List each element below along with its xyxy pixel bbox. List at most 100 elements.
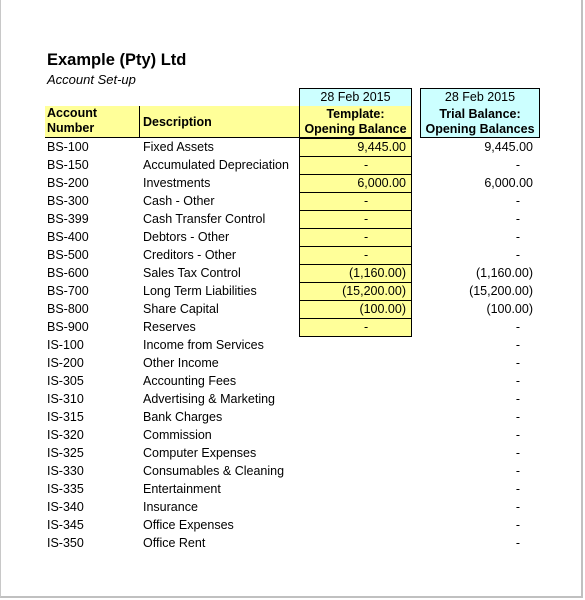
account-code: BS-800	[47, 302, 89, 316]
account-code: IS-305	[47, 374, 84, 388]
template-balance-input[interactable]: 9,445.00	[299, 138, 412, 157]
template-balance-input[interactable]: -	[299, 210, 412, 229]
table-row: BS-300 Cash - Other - -	[0, 192, 585, 211]
account-description: Cash - Other	[143, 194, 215, 208]
template-balance-input[interactable]: -	[299, 318, 412, 337]
account-description: Consumables & Cleaning	[143, 464, 285, 478]
trial-balance-value: (1,160.00)	[476, 266, 533, 280]
account-description: Commission	[143, 428, 212, 442]
account-code: BS-399	[47, 212, 89, 226]
template-balance-input[interactable]: (15,200.00)	[299, 282, 412, 301]
account-code: IS-310	[47, 392, 84, 406]
account-code: IS-340	[47, 500, 84, 514]
trial-balance-value: -	[515, 518, 521, 532]
header-trial-balance-line1: Trial Balance:	[439, 107, 521, 121]
account-code: BS-150	[47, 158, 89, 172]
account-description: Bank Charges	[143, 410, 223, 424]
table-row: IS-200 Other Income -	[0, 354, 585, 372]
trial-balance-value: -	[515, 194, 521, 208]
table-row: BS-500 Creditors - Other - -	[0, 246, 585, 265]
trial-balance-value: 9,445.00	[484, 140, 533, 154]
table-row: IS-305 Accounting Fees -	[0, 372, 585, 390]
table-row: BS-100 Fixed Assets 9,445.00 9,445.00	[0, 138, 585, 157]
template-date-cell[interactable]: 28 Feb 2015	[299, 88, 412, 107]
trial-balance-value: (15,200.00)	[469, 284, 533, 298]
trial-balance-value: -	[515, 158, 521, 172]
account-description: Office Rent	[143, 536, 206, 550]
table-row: IS-100 Income from Services -	[0, 336, 585, 354]
header-template-line2: Opening Balance	[304, 122, 407, 136]
template-balance-input[interactable]: (100.00)	[299, 300, 412, 319]
account-code: BS-300	[47, 194, 89, 208]
trial-balance-value: -	[515, 428, 521, 442]
trial-balance-value: -	[515, 392, 521, 406]
trial-balance-value: -	[515, 248, 521, 262]
trial-balance-value: -	[515, 464, 521, 478]
account-code: BS-900	[47, 320, 89, 334]
trial-balance-value: (100.00)	[486, 302, 533, 316]
account-description: Insurance	[143, 500, 198, 514]
trial-balance-value: -	[515, 536, 521, 550]
header-trial-balance-line2: Opening Balances	[425, 122, 535, 136]
account-code: IS-335	[47, 482, 84, 496]
account-description: Investments	[143, 176, 211, 190]
trial-balance-value: -	[515, 374, 521, 388]
account-description: Fixed Assets	[143, 140, 214, 154]
account-code: IS-320	[47, 428, 84, 442]
header-trial-balance: Trial Balance: Opening Balances	[420, 106, 540, 138]
account-description: Entertainment	[143, 482, 221, 496]
table-row: IS-310 Advertising & Marketing -	[0, 390, 585, 408]
account-code: BS-200	[47, 176, 89, 190]
trial-balance-date-cell[interactable]: 28 Feb 2015	[420, 88, 540, 107]
table-row: IS-350 Office Rent -	[0, 534, 585, 552]
trial-balance-value: -	[515, 482, 521, 496]
trial-balance-value: -	[515, 500, 521, 514]
account-description: Reserves	[143, 320, 196, 334]
trial-balance-value: -	[515, 338, 521, 352]
account-description: Sales Tax Control	[143, 266, 241, 280]
trial-balance-value: -	[515, 320, 521, 334]
header-account-number: Account Number	[47, 106, 139, 136]
table-row: BS-600 Sales Tax Control (1,160.00) (1,160.…	[0, 264, 585, 283]
trial-balance-value: -	[515, 410, 521, 424]
account-description: Advertising & Marketing	[143, 392, 276, 406]
template-balance-input[interactable]: -	[299, 192, 412, 211]
account-description: Long Term Liabilities	[143, 284, 257, 298]
table-row: BS-900 Reserves - -	[0, 318, 585, 337]
account-code: IS-315	[47, 410, 84, 424]
trial-balance-value: -	[515, 230, 521, 244]
table-row: BS-399 Cash Transfer Control - -	[0, 210, 585, 229]
document-title: Example (Pty) Ltd	[47, 51, 187, 69]
table-row: IS-320 Commission -	[0, 426, 585, 444]
account-description: Accounting Fees	[143, 374, 237, 388]
account-code: IS-345	[47, 518, 84, 532]
account-description: Accumulated Depreciation	[143, 158, 289, 172]
header-account-number-line1: Account	[47, 106, 97, 120]
table-row: BS-200 Investments 6,000.00 6,000.00	[0, 174, 585, 193]
account-description: Cash Transfer Control	[143, 212, 266, 226]
template-balance-input[interactable]: -	[299, 246, 412, 265]
template-balance-input[interactable]: (1,160.00)	[299, 264, 412, 283]
account-description: Share Capital	[143, 302, 219, 316]
template-balance-input[interactable]: -	[299, 156, 412, 175]
account-code: IS-200	[47, 356, 84, 370]
account-description: Other Income	[143, 356, 219, 370]
table-row: IS-330 Consumables & Cleaning -	[0, 462, 585, 480]
template-balance-input[interactable]: 6,000.00	[299, 174, 412, 193]
header-description: Description	[143, 115, 212, 129]
table-row: IS-340 Insurance -	[0, 498, 585, 516]
table-row: IS-335 Entertainment -	[0, 480, 585, 498]
trial-balance-value: -	[515, 356, 521, 370]
trial-balance-value: -	[515, 446, 521, 460]
account-description: Debtors - Other	[143, 230, 230, 244]
table-row: IS-345 Office Expenses -	[0, 516, 585, 534]
template-balance-input[interactable]: -	[299, 228, 412, 247]
account-code: BS-500	[47, 248, 89, 262]
table-row: BS-800 Share Capital (100.00) (100.00)	[0, 300, 585, 319]
account-description: Creditors - Other	[143, 248, 237, 262]
trial-balance-value: 6,000.00	[484, 176, 533, 190]
account-code: IS-100	[47, 338, 84, 352]
table-row: BS-700 Long Term Liabilities (15,200.00) (1…	[0, 282, 585, 301]
account-description: Income from Services	[143, 338, 264, 352]
account-description: Computer Expenses	[143, 446, 257, 460]
